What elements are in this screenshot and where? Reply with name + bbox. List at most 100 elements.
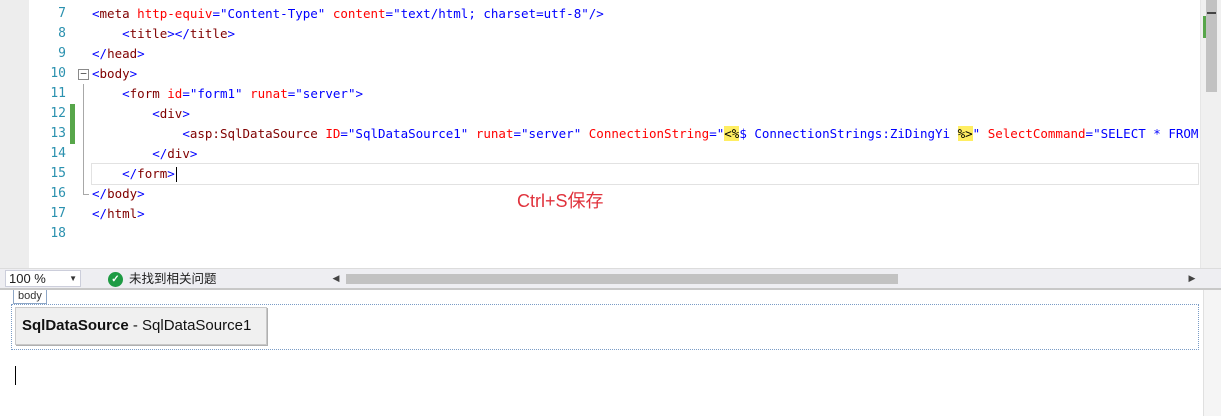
code-token: < <box>92 66 100 81</box>
change-bar <box>70 164 75 184</box>
code-line[interactable]: </body> <box>92 184 1198 204</box>
code-token: meta <box>99 6 130 21</box>
line-number: 9 <box>58 46 66 61</box>
change-bar <box>70 4 75 24</box>
check-circle-icon: ✓ <box>108 271 123 287</box>
change-bar <box>70 224 75 244</box>
vertical-scrollbar[interactable] <box>1200 0 1221 268</box>
code-line[interactable] <box>92 224 1198 244</box>
change-bar <box>70 204 75 224</box>
line-number: 16 <box>50 186 66 201</box>
code-token: /> <box>588 6 604 21</box>
code-token: ConnectionString <box>588 126 710 141</box>
code-token: > <box>137 206 145 221</box>
code-token: "text/html; charset=utf-8" <box>393 6 589 21</box>
code-token: title <box>129 26 168 41</box>
line-number: 14 <box>50 146 66 161</box>
code-line[interactable]: </html> <box>92 204 1198 224</box>
scroll-left-icon[interactable]: ◀ <box>328 270 344 287</box>
control-separator: - <box>128 317 143 334</box>
code-line[interactable]: <meta http-equiv="Content-Type" content=… <box>92 4 1198 24</box>
code-token: = <box>340 126 348 141</box>
chevron-down-icon[interactable]: ▼ <box>69 271 77 286</box>
horizontal-scrollbar-thumb[interactable] <box>346 274 898 284</box>
body-element-box[interactable]: SqlDataSource - SqlDataSource1 <box>11 304 1199 350</box>
change-bar <box>70 44 75 64</box>
code-token: > <box>137 186 145 201</box>
code-token: asp:SqlDataSource <box>189 126 318 141</box>
code-token: > <box>189 146 198 161</box>
code-line[interactable]: <title></title> <box>92 24 1198 44</box>
saved-changes-marker <box>1203 16 1206 38</box>
change-bar <box>70 104 75 124</box>
design-scrollbar[interactable] <box>1203 290 1221 416</box>
code-token: > <box>167 166 175 181</box>
code-token: </ <box>92 186 108 201</box>
caret-position-marker <box>1207 12 1216 14</box>
code-token: <% <box>724 126 740 141</box>
change-tracking-margin <box>70 4 76 244</box>
code-line[interactable]: </head> <box>92 44 1198 64</box>
code-token: </ <box>92 46 108 61</box>
code-token: SelectCommand <box>987 126 1086 141</box>
outlining-margin[interactable]: − <box>77 4 91 244</box>
code-token: div <box>159 106 183 121</box>
code-token: http-equiv <box>137 6 213 21</box>
code-token: > <box>137 46 145 61</box>
code-token: = <box>212 6 220 21</box>
code-token: </ <box>152 146 168 161</box>
control-type: SqlDataSource <box>22 317 129 334</box>
change-bar <box>70 124 75 144</box>
code-token: runat <box>250 86 288 101</box>
collapse-body-icon[interactable]: − <box>78 68 89 80</box>
change-bar <box>70 24 75 44</box>
zoom-dropdown[interactable]: 100 % ▼ <box>5 270 81 287</box>
code-token: content <box>332 6 386 21</box>
editor-status-bar: 100 % ▼ ✓ 未找到相关问题 ◀ ▶ <box>0 268 1221 288</box>
sqldatasource-control[interactable]: SqlDataSource - SqlDataSource1 <box>15 307 267 345</box>
code-line[interactable]: </div> <box>92 144 1198 164</box>
code-token: < <box>92 6 100 21</box>
change-bar <box>70 84 75 104</box>
code-line[interactable]: </form> <box>91 163 1199 185</box>
line-number: 12 <box>50 106 66 121</box>
code-token: > <box>227 26 236 41</box>
code-token: = <box>709 126 717 141</box>
code-line[interactable]: <form id="form1" runat="server"> <box>92 84 1198 104</box>
save-hint-annotation: Ctrl+S保存 <box>517 191 604 211</box>
line-number: 17 <box>50 206 66 221</box>
code-token: < <box>122 86 130 101</box>
code-token: > <box>355 86 364 101</box>
design-surface[interactable]: body SqlDataSource - SqlDataSource1 <box>0 288 1221 416</box>
code-token: ID <box>325 126 341 141</box>
text-caret <box>15 366 16 385</box>
scroll-right-icon[interactable]: ▶ <box>1184 270 1200 287</box>
code-token: < <box>152 106 160 121</box>
code-line[interactable]: <body> <box>92 64 1198 84</box>
horizontal-scrollbar[interactable]: ◀ ▶ <box>328 270 1200 287</box>
code-token: = <box>385 6 394 21</box>
code-text-area[interactable]: <meta http-equiv="Content-Type" content=… <box>91 4 1221 244</box>
code-token: < <box>182 126 190 141</box>
code-line[interactable]: <asp:SqlDataSource ID="SqlDataSource1" r… <box>92 124 1221 144</box>
body-tag-label[interactable]: body <box>13 290 47 304</box>
control-id: SqlDataSource1 <box>142 317 252 334</box>
code-token: "Content-Type" <box>219 6 326 21</box>
code-token: </ <box>122 166 138 181</box>
code-token: form <box>129 86 160 101</box>
code-line[interactable]: <div> <box>92 104 1198 124</box>
code-token: ></ <box>167 26 190 41</box>
code-token: "server" <box>521 126 582 141</box>
code-token: "form1" <box>189 86 243 101</box>
line-number: 10 <box>50 66 66 81</box>
issues-indicator[interactable]: ✓ 未找到相关问题 <box>108 270 217 288</box>
line-number: 7 <box>58 6 66 21</box>
code-editor[interactable]: 7 8 9 10 11 12 13 14 15 16 17 18 − <meta http-equiv… <box>0 0 1221 268</box>
